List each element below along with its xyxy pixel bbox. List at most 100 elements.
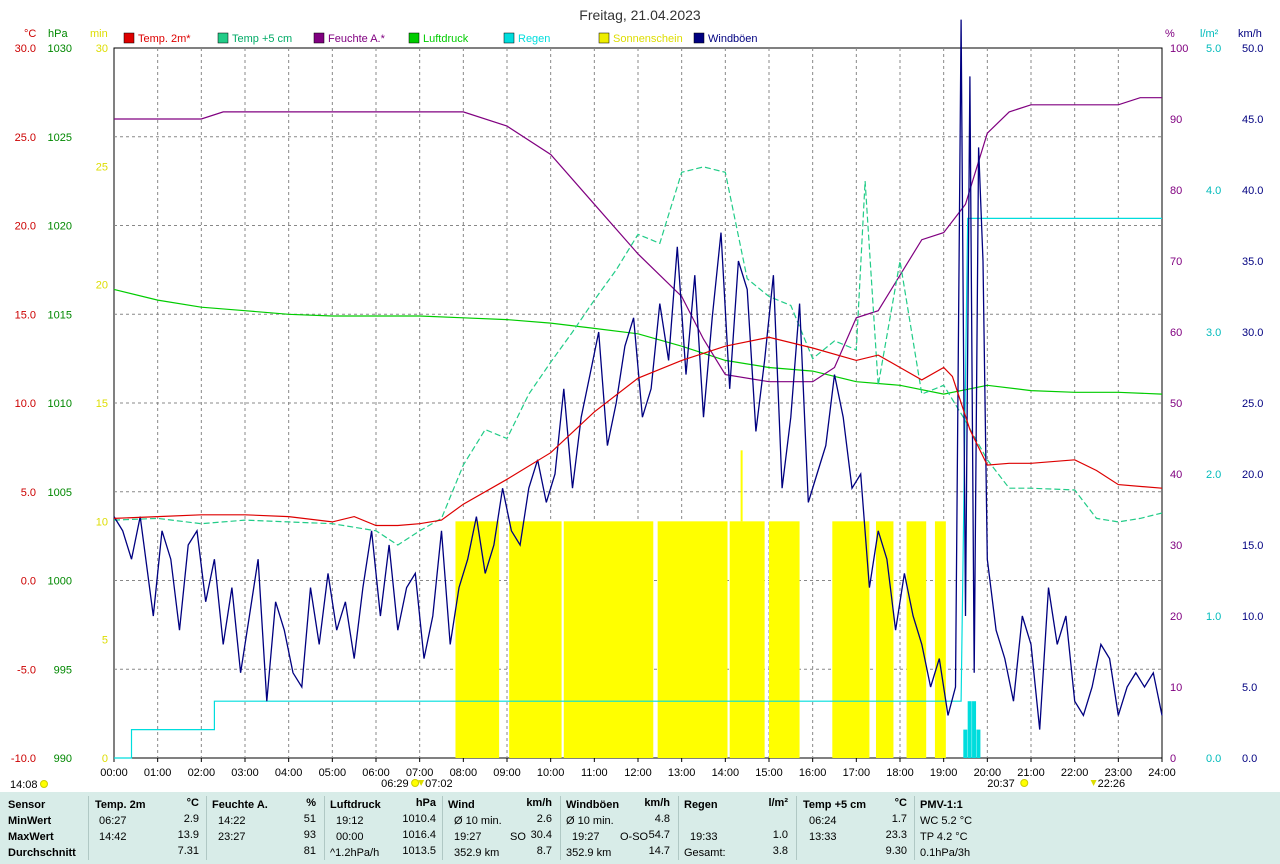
rain-bar: [972, 701, 977, 758]
x-tick-label: 16:00: [799, 767, 827, 779]
sunshine-bar: [875, 521, 894, 758]
sun-axis-unit: min: [90, 28, 108, 40]
pressure-axis-unit: hPa: [48, 28, 68, 40]
humidity-tick-label: 50: [1170, 398, 1182, 410]
regen-unit: l/m²: [768, 797, 788, 809]
legend-swatch: [217, 32, 229, 44]
pressure-tick-label: 1005: [48, 487, 72, 499]
humidity-tick-label: 0: [1170, 753, 1176, 765]
x-tick-label: 14:00: [712, 767, 740, 779]
weather-chart: Freitag, 21.04.2023 Temp. 2m* Temp +5 cm Fe…: [10, 7, 1263, 791]
x-tick-label: 08:00: [450, 767, 478, 779]
wind-tick-label: 35.0: [1242, 256, 1263, 268]
humidity-tick-label: 30: [1170, 540, 1182, 552]
windboeen-max-direction: O-SO: [620, 831, 649, 843]
regen-title: Regen: [684, 799, 718, 811]
x-tick-label: 21:00: [1017, 767, 1045, 779]
temp5cm-stats: Temp +5 cm °C 06:24 1.7 13:33 23.3 9.30: [803, 792, 911, 864]
rain-tick-label: 1.0: [1206, 611, 1221, 623]
regen-total-label: Gesamt:: [684, 847, 726, 859]
luftdruck-min-time: 19:12: [336, 815, 364, 827]
temp5cm-unit: °C: [894, 797, 907, 809]
wind-tick-label: 10.0: [1242, 611, 1263, 623]
wind-tick-label: 15.0: [1242, 540, 1263, 552]
sun-tick-label: 25: [96, 161, 108, 173]
temp-tick-label: 5.0: [21, 487, 36, 499]
pressure-tick-label: 1020: [48, 221, 72, 233]
sunshine-bar: [832, 521, 870, 758]
sunrise-label: 06:29: [381, 778, 409, 790]
rain-bar: [976, 729, 981, 758]
legend-label: Windböen: [708, 33, 758, 45]
sunshine-bar: [906, 521, 927, 758]
regen-max-time: 19:33: [690, 831, 718, 843]
luftdruck-trend: ^1.2hPa/h: [330, 847, 380, 859]
luftdruck-max-time: 00:00: [336, 831, 364, 843]
humidity-tick-label: 60: [1170, 327, 1182, 339]
temp5cm-avg: 9.30: [885, 845, 907, 857]
temp-tick-label: 0.0: [21, 576, 36, 588]
rain-tick-label: 4.0: [1206, 185, 1221, 197]
wind-tick-label: 5.0: [1242, 682, 1257, 694]
feuchte-avg: 81: [303, 845, 316, 857]
x-tick-label: 13:00: [668, 767, 696, 779]
pressure-tick-label: 995: [54, 664, 72, 676]
windboeen-avg-value: 14.7: [648, 845, 670, 857]
temp-tick-label: 15.0: [15, 309, 36, 321]
legend-label: Temp +5 cm: [232, 33, 292, 45]
wind-tick-label: 40.0: [1242, 185, 1263, 197]
rain-bar: [963, 729, 968, 758]
sunshine-bar: [563, 521, 654, 758]
sun-icon: [40, 780, 48, 788]
humidity-tick-label: 40: [1170, 469, 1182, 481]
temp2m-min: 2.9: [183, 813, 199, 825]
sunshine-bar: [455, 521, 500, 758]
wind-tick-label: 50.0: [1242, 43, 1263, 55]
x-tick-label: 12:00: [624, 767, 652, 779]
windboeen-unit: km/h: [644, 797, 670, 809]
sun-tick-label: 20: [96, 280, 108, 292]
label-minwert: MinWert: [8, 815, 52, 827]
temp5cm-max-time: 13:33: [809, 831, 837, 843]
legend-label: Regen: [518, 33, 550, 45]
luftdruck-unit: hPa: [415, 797, 436, 809]
x-tick-label: 19:00: [930, 767, 958, 779]
wind-title: Wind: [448, 799, 475, 811]
feuchte-unit: %: [306, 797, 316, 809]
pmv-pressure-trend: 0.1hPa/3h: [920, 847, 971, 859]
rain-tick-label: 0.0: [1206, 753, 1221, 765]
temp2m-unit: °C: [186, 797, 199, 809]
x-tick-label: 00:00: [100, 767, 128, 779]
feuchte-stats: Feuchte A. % 14:22 51 23:27 93 81: [212, 792, 320, 864]
wind-tick-label: 30.0: [1242, 327, 1263, 339]
temp-tick-label: 20.0: [15, 221, 36, 233]
luftdruck-min: 1010.4: [402, 813, 436, 825]
pmv-windchill: WC 5.2 °C: [920, 815, 973, 827]
rain-bar: [967, 701, 972, 758]
windboeen-avg10-value: 4.8: [654, 813, 670, 825]
x-tick-label: 03:00: [231, 767, 259, 779]
wind-tick-label: 20.0: [1242, 469, 1263, 481]
pressure-tick-label: 990: [54, 753, 72, 765]
statistics-table: Sensor MinWert MaxWert Durchschnitt Temp…: [0, 792, 1280, 864]
temp-tick-label: 10.0: [15, 398, 36, 410]
label-maxwert: MaxWert: [8, 831, 54, 843]
wind-avg10-label: Ø 10 min.: [454, 815, 502, 827]
windboeen-title: Windböen: [566, 799, 620, 811]
sun-tick-label: 10: [96, 516, 108, 528]
legend-swatch: [408, 32, 420, 44]
temp2m-max-time: 14:42: [99, 831, 127, 843]
regen-total-value: 3.8: [772, 845, 788, 857]
sunset-icon: [1020, 779, 1029, 787]
humidity-tick-label: 70: [1170, 256, 1182, 268]
moonrise-label: 07:02: [425, 778, 453, 790]
temp5cm-title: Temp +5 cm: [803, 799, 867, 811]
legend-swatch: [313, 32, 325, 44]
humidity-tick-label: 10: [1170, 682, 1182, 694]
x-tick-label: 18:00: [886, 767, 914, 779]
temp2m-min-time: 06:27: [99, 815, 127, 827]
legend-label: Sonnenschein: [613, 33, 683, 45]
regen-max-value: 1.0: [772, 829, 788, 841]
humidity-tick-label: 80: [1170, 185, 1182, 197]
luftdruck-max: 1016.4: [402, 829, 436, 841]
